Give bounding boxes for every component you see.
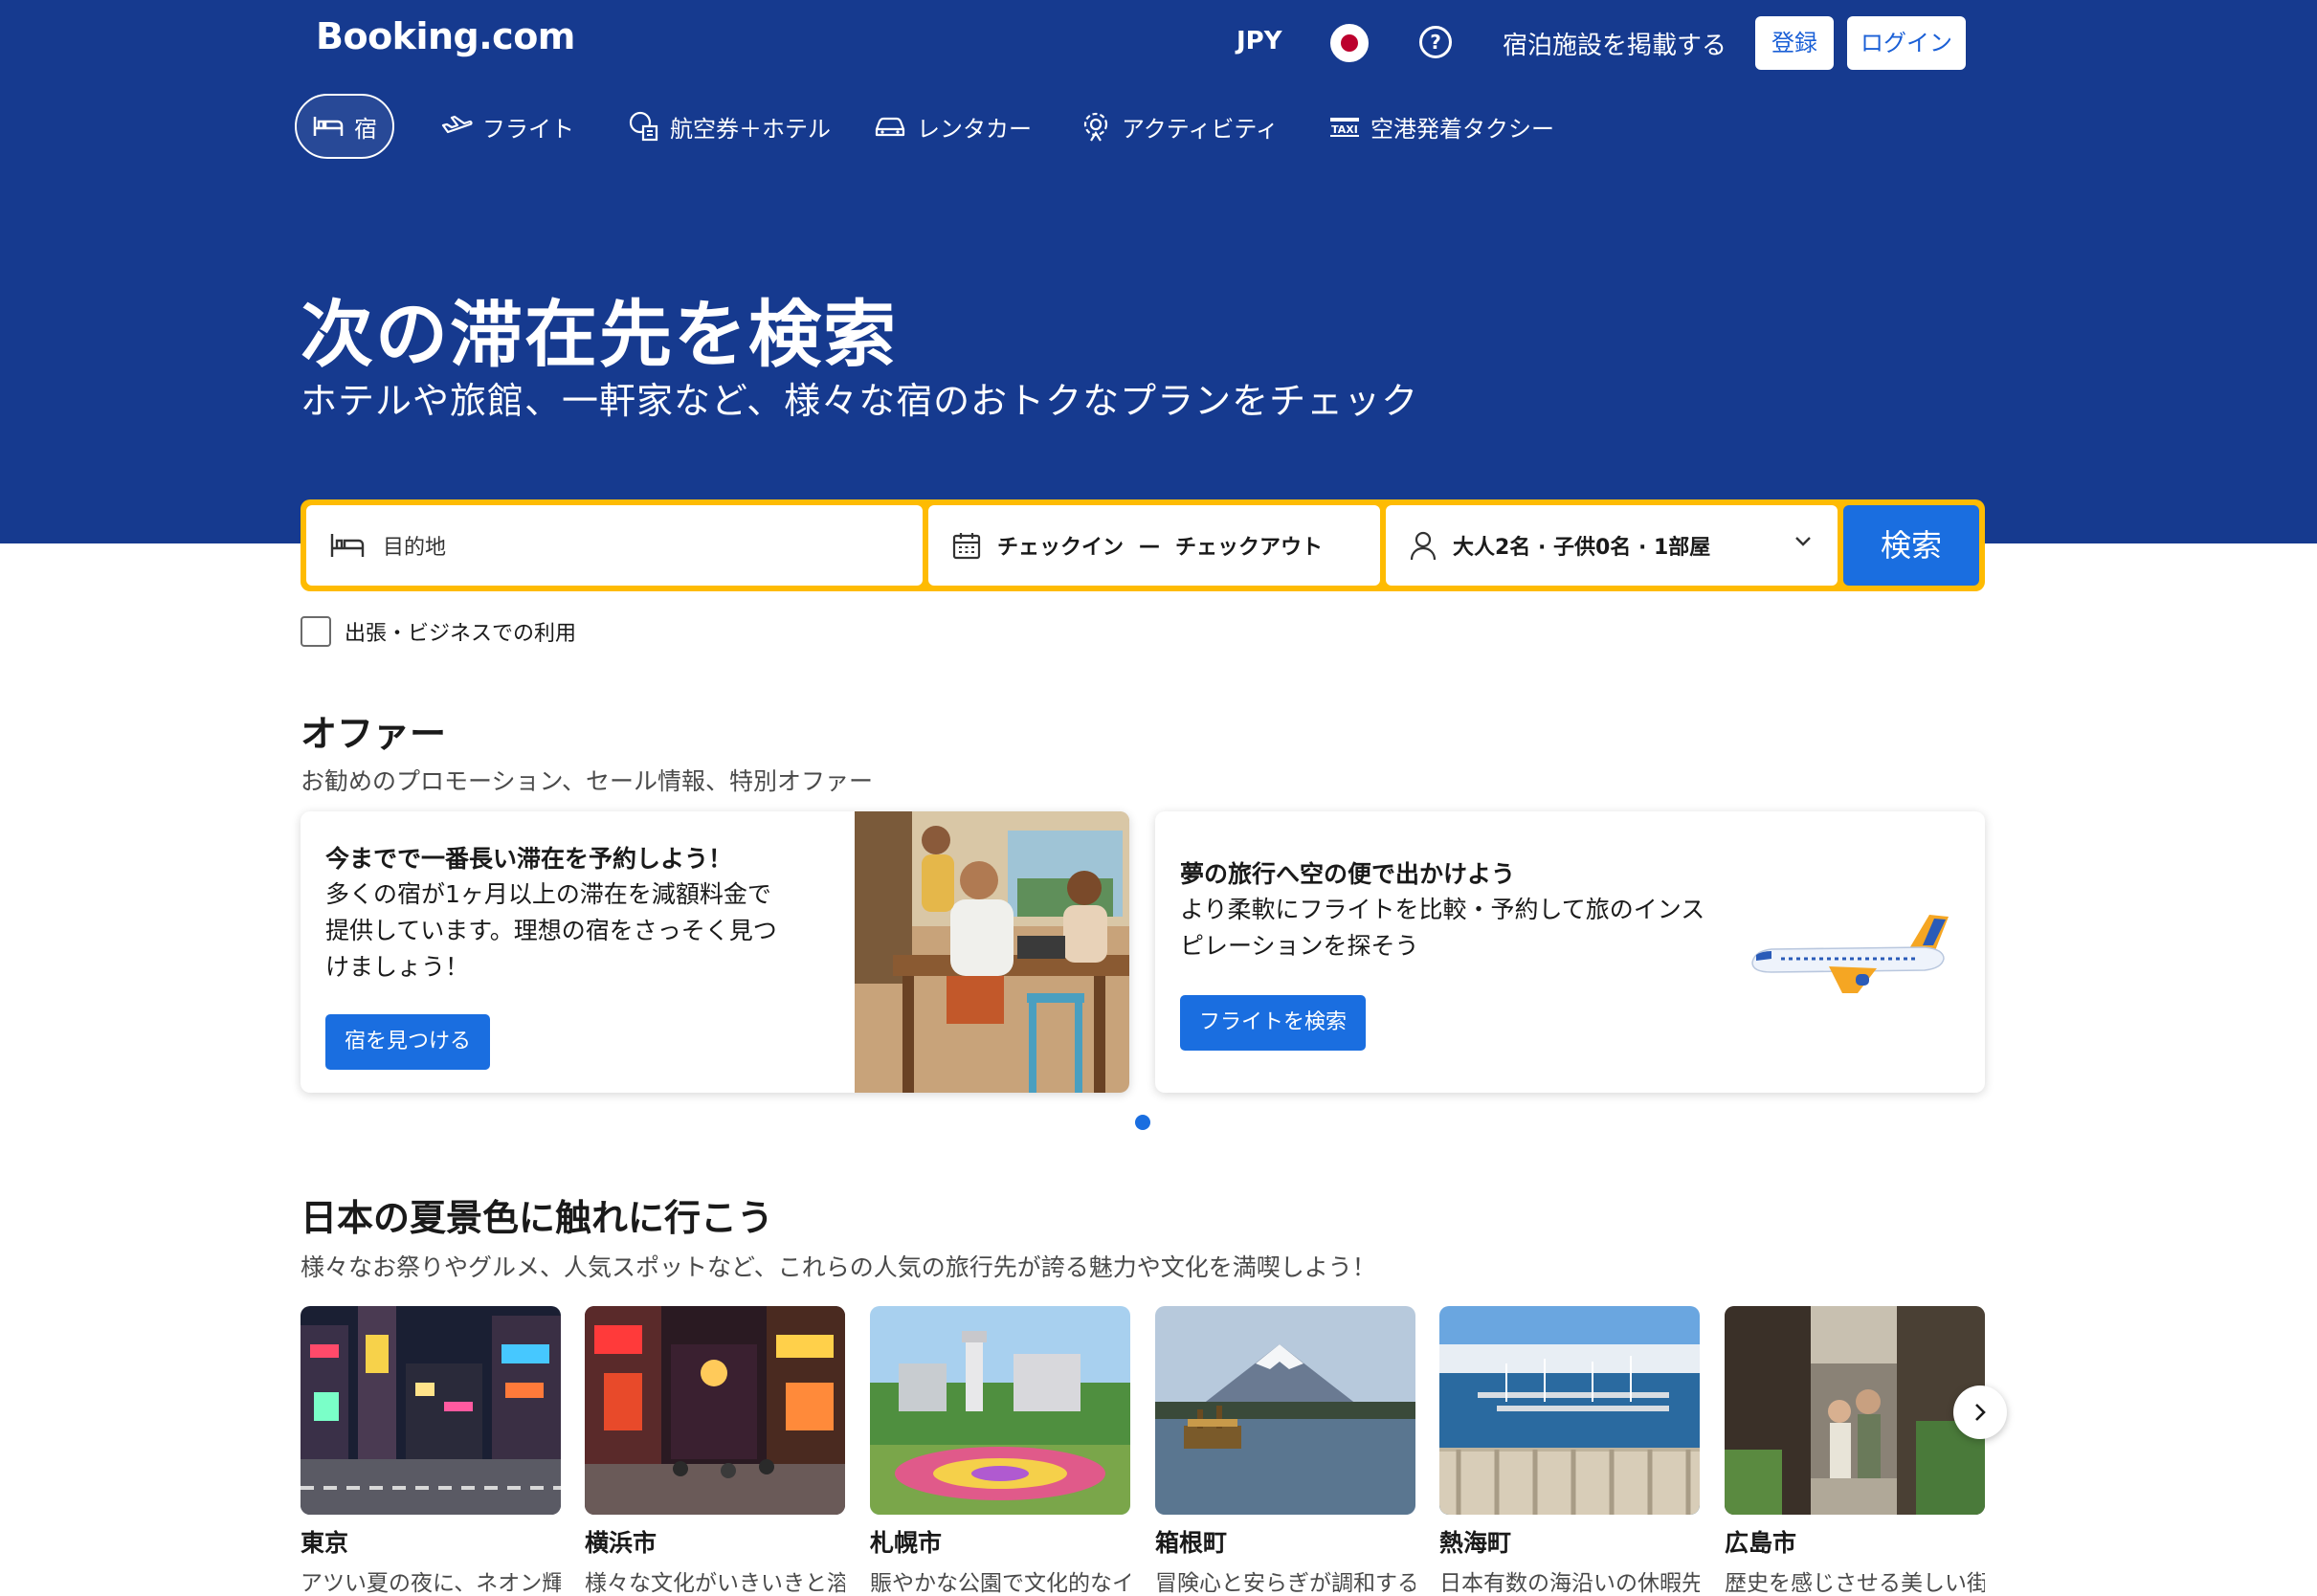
carousel-dot-active[interactable]	[1135, 1115, 1150, 1130]
tab-flights[interactable]: フライト	[425, 94, 590, 159]
offer-card-title: 今までで一番長い滞在を予約しよう！	[325, 845, 733, 873]
flight-hotel-icon	[629, 111, 658, 142]
destinations-subtitle: 様々なお祭りやグルメ、人気スポットなど、これらの人気の旅行先が誇る魅力や文化を満…	[301, 1253, 1376, 1281]
remote-work-photo	[855, 811, 1129, 1093]
svg-text:TAXI: TAXI	[1331, 123, 1358, 136]
destination-card-tokyo[interactable]: 東京 アツい夏の夜に、ネオン輝	[301, 1306, 561, 1596]
currency-selector[interactable]: JPY	[1236, 27, 1282, 55]
tab-flight-hotel[interactable]: 航空券＋ホテル	[613, 94, 846, 159]
help-icon[interactable]: ?	[1419, 26, 1452, 58]
destination-card-hakone[interactable]: 箱根町 冒険心と安らぎが調和する	[1155, 1306, 1415, 1596]
tab-flight-hotel-label: 航空券＋ホテル	[670, 115, 831, 143]
offers-title: オファー	[301, 713, 447, 755]
search-flights-button[interactable]: フライトを検索	[1180, 995, 1367, 1051]
destinations-title: 日本の夏景色に触れに行こう	[301, 1197, 774, 1239]
destination-desc: 様々な文化がいきいきと溶	[585, 1571, 845, 1596]
booking-logo[interactable]: Booking.com	[316, 15, 575, 57]
checkout-label: チェックアウト	[1175, 536, 1324, 560]
destination-card-sapporo[interactable]: 札幌市 賑やかな公園で文化的なイ	[870, 1306, 1130, 1596]
guests-selector[interactable]: 大人2名 · 子供0名 · 1部屋	[1386, 505, 1838, 586]
destination-card-hiroshima[interactable]: 広島市 歴史を感じさせる美しい街	[1725, 1306, 1985, 1596]
list-property-link[interactable]: 宿泊施設を掲載する	[1503, 26, 1727, 61]
destination-desc: 歴史を感じさせる美しい街	[1725, 1571, 1985, 1596]
destination-input[interactable]: 目的地	[306, 505, 923, 586]
airplane-illustration	[1751, 915, 1949, 993]
destination-name: 広島市	[1725, 1529, 1797, 1557]
destination-desc: 賑やかな公園で文化的なイ	[870, 1571, 1130, 1596]
destination-name: 横浜市	[585, 1529, 657, 1557]
bed-icon	[330, 534, 365, 557]
destination-name: 熱海町	[1439, 1529, 1512, 1557]
destination-name: 箱根町	[1155, 1529, 1228, 1557]
business-travel-checkbox[interactable]: 出張・ビジネスでの利用	[301, 616, 576, 647]
destination-desc: 冒険心と安らぎが調和する	[1155, 1571, 1415, 1596]
hero-banner	[0, 0, 2317, 543]
guests-label: 大人2名 · 子供0名 · 1部屋	[1453, 536, 1711, 560]
destination-photo	[301, 1306, 561, 1515]
attractions-icon	[1083, 112, 1108, 142]
offers-subtitle: お勧めのプロモーション、セール情報、特別オファー	[301, 767, 874, 795]
destination-photo	[1155, 1306, 1415, 1515]
tab-attractions-label: アクティビティ	[1122, 115, 1279, 143]
offer-card-long-stay: 今までで一番長い滞在を予約しよう！ 多くの宿が1ヶ月以上の滞在を減額料金で提供し…	[301, 811, 1129, 1093]
tab-stays-label: 宿	[354, 115, 377, 143]
taxi-icon: TAXI	[1330, 118, 1359, 137]
car-icon	[875, 117, 905, 137]
hero-title: 次の滞在先を検索	[301, 292, 898, 377]
destination-placeholder: 目的地	[383, 536, 447, 560]
destination-name: 札幌市	[870, 1529, 943, 1557]
carousel-next-button[interactable]	[1953, 1385, 2007, 1439]
destination-photo	[585, 1306, 845, 1515]
login-button[interactable]: ログイン	[1847, 16, 1966, 70]
destination-desc: アツい夏の夜に、ネオン輝	[301, 1571, 561, 1596]
find-stays-button[interactable]: 宿を見つける	[325, 1014, 491, 1070]
register-button[interactable]: 登録	[1755, 16, 1834, 70]
japan-flag-icon[interactable]	[1330, 24, 1369, 62]
checkin-label: チェックイン	[997, 536, 1125, 560]
destination-photo	[1725, 1306, 1985, 1515]
offer-card-body: 多くの宿が1ヶ月以上の滞在を減額料金で提供しています。理想の宿をさっそく見つけま…	[325, 880, 777, 981]
tab-flights-label: フライト	[482, 115, 574, 143]
date-separator: —	[1139, 533, 1161, 558]
business-travel-label: 出張・ビジネスでの利用	[345, 622, 577, 646]
offer-card-body: より柔軟にフライトを比較・予約して旅のインスピレーションを探そう	[1180, 896, 1705, 960]
destination-card-atami[interactable]: 熱海町 日本有数の海沿いの休暇先	[1439, 1306, 1700, 1596]
hero-subtitle: ホテルや旅館、一軒家など、様々な宿のおトクなプランをチェック	[301, 380, 1419, 422]
chevron-down-icon	[1795, 537, 1811, 546]
calendar-icon	[952, 533, 981, 560]
tab-car-rental[interactable]: レンタカー	[858, 94, 1047, 159]
destination-photo	[870, 1306, 1130, 1515]
tab-attractions[interactable]: アクティビティ	[1064, 94, 1294, 159]
tab-car-rental-label: レンタカー	[917, 115, 1032, 143]
destination-desc: 日本有数の海沿いの休暇先	[1439, 1571, 1700, 1596]
offer-card-flights: 夢の旅行へ空の便で出かけよう より柔軟にフライトを比較・予約して旅のインスピレー…	[1155, 811, 1985, 1093]
bed-icon	[313, 117, 344, 136]
date-picker[interactable]: チェックイン — チェックアウト	[928, 505, 1380, 586]
search-button[interactable]: 検索	[1843, 505, 1979, 586]
chevron-right-icon	[1975, 1404, 1986, 1421]
destination-name: 東京	[301, 1529, 349, 1557]
checkbox-box[interactable]	[301, 616, 331, 647]
offer-card-title: 夢の旅行へ空の便で出かけよう	[1180, 860, 1516, 888]
tab-stays[interactable]: 宿	[295, 94, 394, 159]
tab-airport-taxi-label: 空港発着タクシー	[1370, 115, 1554, 143]
destination-photo	[1439, 1306, 1700, 1515]
destination-card-yokohama[interactable]: 横浜市 様々な文化がいきいきと溶	[585, 1306, 845, 1596]
tab-airport-taxi[interactable]: TAXI 空港発着タクシー	[1313, 94, 1570, 159]
airplane-icon	[441, 115, 473, 134]
person-icon	[1410, 531, 1437, 561]
search-bar: 目的地 チェックイン — チェックアウト 大人2名 · 子供0名 · 1部屋 検…	[301, 499, 1985, 591]
